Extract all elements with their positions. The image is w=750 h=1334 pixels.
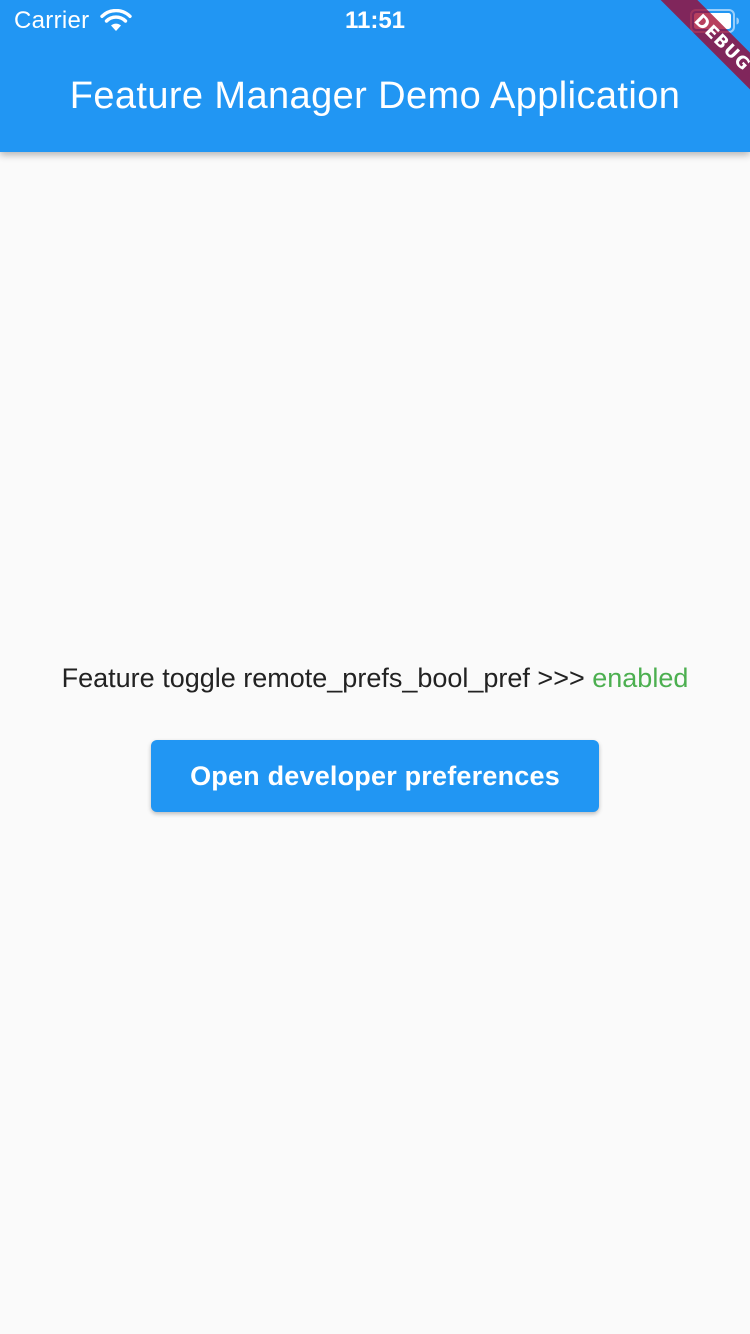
open-developer-preferences-button[interactable]: Open developer preferences	[151, 740, 599, 812]
feature-toggle-label: Feature toggle remote_prefs_bool_pref >>…	[61, 663, 593, 693]
feature-toggle-value: enabled	[592, 663, 689, 693]
status-bar: Carrier 11:51	[0, 0, 750, 40]
app-bar: Carrier 11:51 Feature Manager Demo Appli…	[0, 0, 750, 152]
clock: 11:51	[344, 7, 406, 34]
feature-toggle-status: Feature toggle remote_prefs_bool_pref >>…	[0, 660, 750, 696]
battery-icon	[690, 9, 739, 33]
page-title: Feature Manager Demo Application	[69, 75, 681, 117]
main-content: Feature toggle remote_prefs_bool_pref >>…	[0, 152, 750, 1334]
app-screen: Carrier 11:51 Feature Manager Demo Appli…	[0, 0, 750, 1334]
